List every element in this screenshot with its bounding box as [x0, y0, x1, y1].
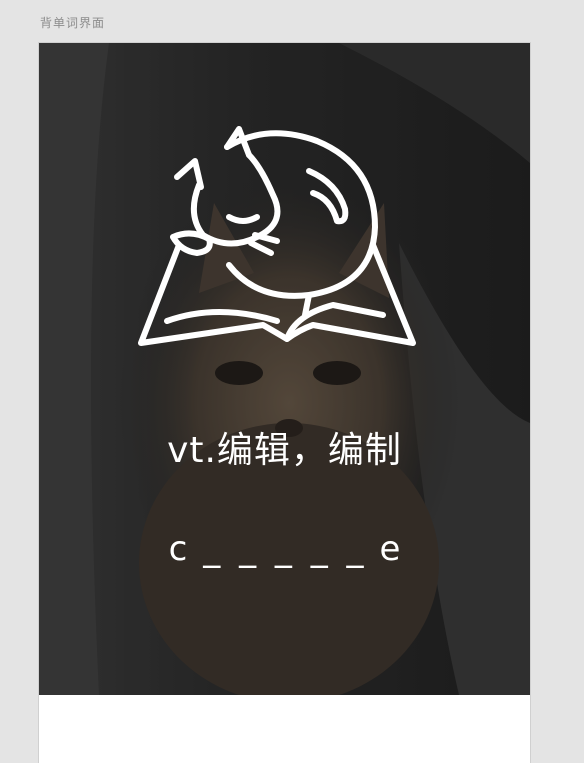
background-photo: vt.编辑，编制 c _ _ _ _ _ e	[39, 43, 530, 695]
phone-screen: vt.编辑，编制 c _ _ _ _ _ e	[38, 42, 531, 763]
word-last-letter: e	[379, 529, 401, 569]
cat-sleeping-on-book-icon	[137, 125, 417, 359]
word-blanks: _ _ _ _ _	[203, 529, 368, 569]
frame-title: 背单词界面	[40, 16, 106, 30]
word-puzzle: c _ _ _ _ _ e	[39, 529, 530, 569]
word-first-letter: c	[168, 529, 188, 569]
word-meaning: vt.编辑，编制	[167, 430, 402, 471]
bottom-panel	[39, 695, 530, 763]
